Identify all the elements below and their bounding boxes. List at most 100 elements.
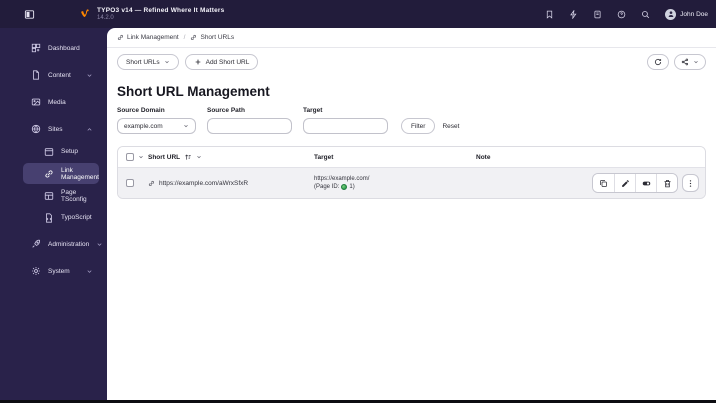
chevron-down-icon	[693, 59, 699, 65]
sort-ascending-icon[interactable]	[184, 153, 192, 161]
column-header-short-url: Short URL	[148, 153, 181, 161]
module-menu: Dashboard Content Media Sites Setup Link…	[0, 28, 107, 400]
content-icon	[31, 70, 41, 80]
sites-submenu: Setup Link Management Page TSconfig Typo…	[0, 141, 103, 228]
content-area: Link Management / Short URLs Short URLs	[107, 28, 716, 400]
chevron-up-icon	[86, 126, 93, 133]
chevron-down-icon	[164, 59, 170, 65]
source-domain-value: example.com	[124, 122, 163, 130]
typo3-backend: TYPO3 v14 — Refined Where It Matters 14.…	[0, 0, 716, 403]
source-domain-label: Source Domain	[117, 107, 165, 114]
panel-toggle-icon	[24, 9, 35, 20]
chevron-down-icon[interactable]	[196, 154, 202, 160]
sidebar-item-content[interactable]: Content	[10, 64, 99, 86]
user-name: John Doe	[680, 10, 708, 18]
typo3-logo-icon	[78, 7, 91, 22]
table-header-row: Short URL Target Note	[118, 147, 705, 168]
dashboard-icon	[31, 43, 41, 53]
add-short-url-label: Add Short URL	[205, 58, 250, 66]
copy-button[interactable]	[593, 174, 614, 192]
source-path-input[interactable]	[207, 118, 292, 134]
breadcrumb-short-urls[interactable]: Short URLs	[190, 34, 234, 41]
refresh-icon	[654, 58, 662, 66]
refresh-button[interactable]	[647, 54, 669, 70]
share-icon	[681, 58, 689, 66]
rocket-icon	[31, 239, 41, 249]
toggle-button[interactable]	[635, 174, 656, 192]
doc-header-toolbar: Short URLs Add Short URL	[107, 48, 716, 76]
sidebar-item-typoscript[interactable]: TypoScript	[23, 207, 99, 228]
avatar	[665, 8, 677, 20]
chevron-down-icon[interactable]	[138, 154, 144, 160]
link-icon	[44, 169, 54, 179]
view-switcher-label: Short URLs	[126, 58, 160, 66]
page-title: Short URL Management	[117, 84, 270, 99]
breadcrumb-separator: /	[183, 34, 186, 41]
toggle-icon	[642, 179, 651, 188]
column-header-note: Note	[476, 153, 491, 161]
copy-icon	[599, 179, 608, 188]
ellipsis-vertical-icon	[686, 179, 695, 188]
sidebar-item-administration[interactable]: Administration	[10, 233, 102, 255]
share-dropdown-button[interactable]	[674, 54, 706, 70]
topbar: TYPO3 v14 — Refined Where It Matters 14.…	[0, 0, 716, 28]
page-id-prefix: (Page ID:	[314, 184, 340, 190]
sidebar-item-dashboard[interactable]: Dashboard	[10, 37, 99, 59]
sidebar-item-label: Content	[48, 71, 71, 79]
breadcrumb-label: Short URLs	[200, 34, 235, 41]
breadcrumb-link-management[interactable]: Link Management	[117, 34, 179, 41]
product-version: 14.2.0	[97, 15, 114, 21]
sidebar-item-sites[interactable]: Sites	[10, 118, 99, 140]
typoscript-icon	[44, 212, 54, 223]
row-checkbox[interactable]	[126, 179, 134, 187]
breadcrumb: Link Management / Short URLs	[107, 28, 716, 48]
search-icon[interactable]	[641, 10, 650, 19]
target-label: Target	[303, 107, 323, 114]
chevron-down-icon	[86, 72, 93, 79]
source-domain-select[interactable]: example.com	[117, 118, 196, 134]
sidebar-item-system[interactable]: System	[10, 260, 99, 282]
sites-icon	[31, 124, 41, 134]
row-actions	[592, 173, 699, 193]
sidebar-item-link-management[interactable]: Link Management	[23, 163, 99, 184]
reset-button[interactable]: Reset	[442, 123, 459, 130]
sidebar-item-label: Page TSconfig	[61, 188, 87, 203]
edit-button[interactable]	[614, 174, 635, 192]
link-icon	[190, 34, 197, 41]
brand[interactable]: TYPO3 v14 — Refined Where It Matters 14.…	[78, 7, 224, 22]
target-cell: https://example.com/ (Page ID: 1)	[314, 176, 369, 190]
sidebar-item-label: Media	[48, 98, 66, 106]
help-icon[interactable]	[617, 10, 626, 19]
chevron-down-icon	[86, 268, 93, 275]
sidebar-toggle-button[interactable]	[14, 0, 44, 28]
sidebar-item-label: Administration	[48, 240, 90, 248]
edit-icon	[621, 179, 630, 188]
chevron-down-icon	[183, 123, 189, 129]
sidebar-item-label: Dashboard	[48, 44, 80, 52]
column-header-target: Target	[314, 153, 334, 161]
filter-form: Source Domain example.com Source Path Ta…	[117, 107, 706, 134]
sidebar-item-label: Link Management	[61, 166, 99, 181]
table-row[interactable]: https://example.com/aWrxSfxR https://exa…	[118, 168, 705, 198]
sidebar-item-page-tsconfig[interactable]: Page TSconfig	[23, 185, 99, 206]
select-all-checkbox[interactable]	[126, 153, 134, 161]
target-input[interactable]	[303, 118, 388, 134]
delete-button[interactable]	[656, 174, 677, 192]
bookmark-icon[interactable]	[545, 10, 554, 19]
topbar-actions: John Doe	[545, 8, 708, 20]
sidebar-item-media[interactable]: Media	[10, 91, 99, 113]
target-url: https://example.com/	[314, 176, 370, 182]
docs-icon[interactable]	[593, 10, 602, 19]
globe-icon	[341, 184, 348, 190]
user-menu[interactable]: John Doe	[665, 8, 708, 20]
media-icon	[31, 97, 41, 107]
plus-icon	[194, 58, 202, 66]
gear-icon	[31, 266, 41, 276]
add-short-url-button[interactable]: Add Short URL	[184, 54, 259, 70]
bolt-icon[interactable]	[569, 9, 578, 19]
more-options-button[interactable]	[682, 174, 699, 192]
view-switcher-dropdown[interactable]: Short URLs	[117, 54, 179, 70]
source-path-label: Source Path	[207, 107, 245, 114]
filter-button[interactable]: Filter	[401, 118, 436, 134]
sidebar-item-setup[interactable]: Setup	[23, 141, 99, 162]
